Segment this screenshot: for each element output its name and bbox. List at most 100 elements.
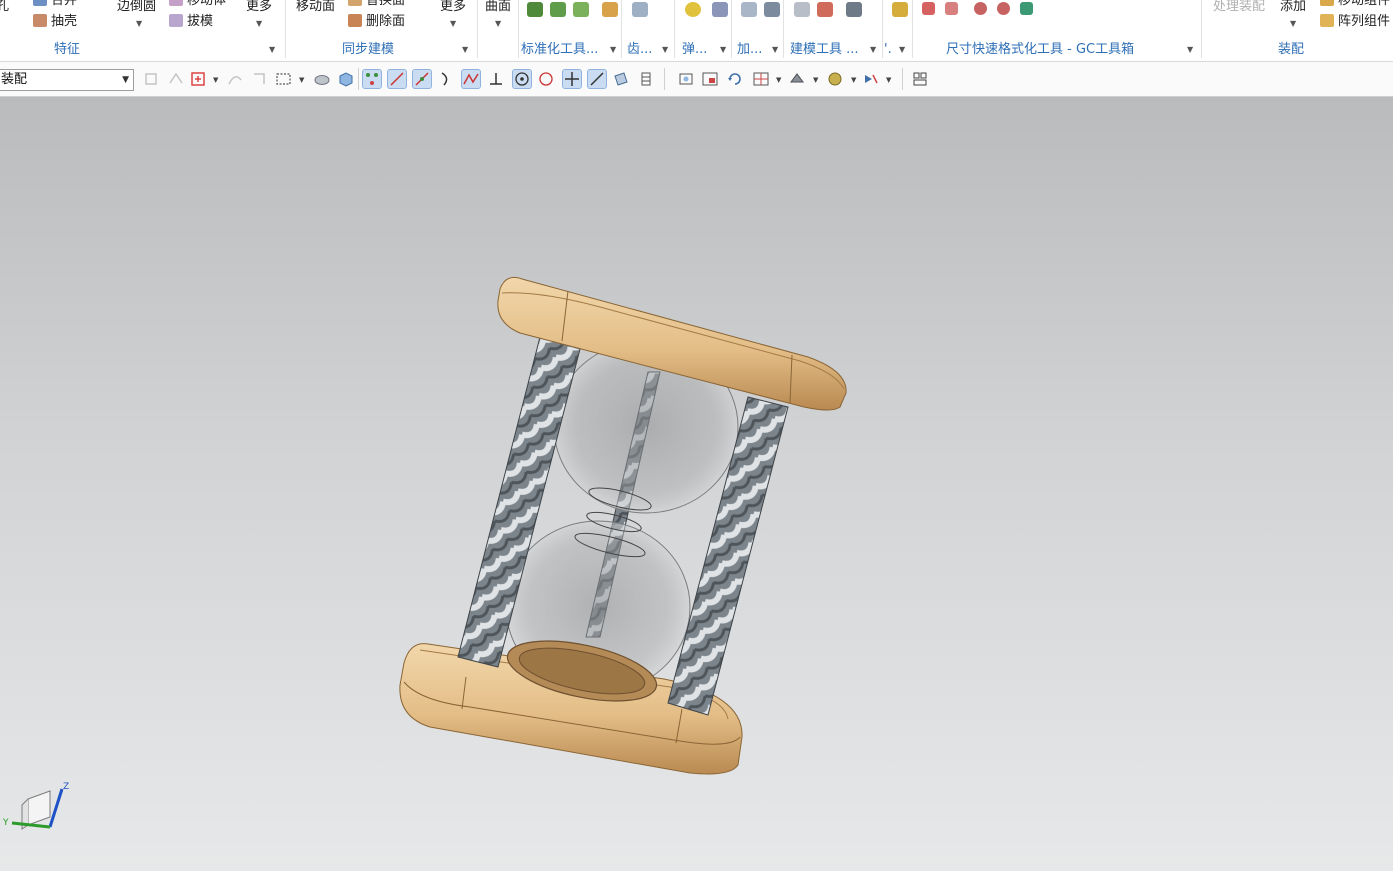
move-component-icon bbox=[1320, 0, 1334, 6]
select-type-dropdown-icon[interactable]: ▼ bbox=[213, 76, 218, 84]
delete-face-button[interactable]: 删除面 bbox=[348, 14, 405, 30]
group-label-sync: 同步建模 bbox=[342, 42, 395, 57]
snap-point-icon[interactable] bbox=[362, 69, 382, 89]
draft-button[interactable]: 拔模 bbox=[169, 14, 213, 30]
hole-button[interactable]: 孔 bbox=[0, 0, 9, 15]
move-component-button[interactable]: 移动组件 bbox=[1320, 0, 1390, 9]
background-icon[interactable] bbox=[826, 70, 844, 88]
group-divider bbox=[882, 0, 883, 58]
hourglass-model[interactable] bbox=[0, 97, 1393, 871]
undo-format-icon[interactable] bbox=[1020, 2, 1033, 15]
snap-quadrant-icon[interactable] bbox=[537, 70, 555, 88]
section-view-icon[interactable] bbox=[862, 70, 880, 88]
feature-group-caret-icon[interactable]: ▼ bbox=[269, 46, 275, 54]
orient-view-icon[interactable] bbox=[752, 70, 770, 88]
snap-curve-icon[interactable] bbox=[437, 70, 455, 88]
dimension-style-icon[interactable] bbox=[922, 2, 935, 15]
diameter-clear-icon[interactable] bbox=[997, 2, 1010, 15]
gear-caret-icon[interactable]: ▼ bbox=[662, 46, 668, 54]
orient-view-dropdown-icon[interactable]: ▼ bbox=[776, 76, 781, 84]
add-caret-icon[interactable]: ▼ bbox=[772, 46, 778, 54]
measure-icon[interactable] bbox=[817, 2, 833, 17]
sheet-icon[interactable] bbox=[794, 2, 810, 17]
compression-icon[interactable] bbox=[712, 2, 728, 17]
select-solid-icon[interactable] bbox=[337, 70, 355, 88]
replace-face-button[interactable]: 替换面 bbox=[348, 0, 405, 9]
add-component-button[interactable]: 添加 bbox=[1280, 0, 1306, 15]
add-feature-icon[interactable] bbox=[764, 2, 780, 17]
select-body-icon[interactable] bbox=[313, 70, 331, 88]
rectangle-select-dropdown-icon[interactable]: ▼ bbox=[299, 76, 304, 84]
ribbon: 孔 合并 抽壳 边倒圆 ▼ 移动体 拔模 更多 ▼ 特征 ▼ 移动面 替换面 删… bbox=[0, 0, 1393, 62]
snap-intersection-icon[interactable] bbox=[461, 69, 481, 89]
group-divider bbox=[731, 0, 732, 58]
snap-on-curve-icon[interactable] bbox=[587, 69, 607, 89]
shell-button[interactable]: 抽壳 bbox=[33, 14, 77, 30]
merge-button[interactable]: 合并 bbox=[33, 0, 77, 9]
modeling-tools-caret-icon[interactable]: ▼ bbox=[870, 46, 876, 54]
diameter-icon[interactable] bbox=[974, 2, 987, 15]
spring-caret-icon[interactable]: ▼ bbox=[720, 46, 726, 54]
select-type-icon[interactable] bbox=[190, 70, 208, 88]
section-view-dropdown-icon[interactable]: ▼ bbox=[886, 76, 891, 84]
snap-bounded-icon[interactable] bbox=[637, 70, 655, 88]
select-edge-icon[interactable] bbox=[250, 70, 268, 88]
spring-icon[interactable] bbox=[685, 2, 701, 17]
dim-caret-icon[interactable]: ▼ bbox=[899, 46, 905, 54]
move-face-button[interactable]: 移动面 bbox=[296, 0, 335, 15]
select-feature-icon[interactable] bbox=[167, 70, 185, 88]
snap-existing-point-icon[interactable] bbox=[562, 69, 582, 89]
group-divider bbox=[1201, 0, 1202, 58]
dimension-format-icon[interactable] bbox=[945, 2, 958, 15]
snap-on-face-icon[interactable] bbox=[612, 70, 630, 88]
group-label-standard-tools: 标准化工具... bbox=[521, 42, 599, 57]
z-axis-label: Z bbox=[63, 782, 69, 792]
render-style-dropdown-icon[interactable]: ▼ bbox=[813, 76, 818, 84]
selection-filter-select[interactable]: 装配 ▼ bbox=[0, 69, 134, 91]
add-part-icon[interactable] bbox=[741, 2, 757, 17]
list-icon[interactable] bbox=[632, 2, 648, 17]
tolerance-icon[interactable] bbox=[846, 2, 862, 17]
background-dropdown-icon[interactable]: ▼ bbox=[851, 76, 856, 84]
calculator-icon[interactable] bbox=[602, 2, 618, 17]
group-label-spring: 弹... bbox=[682, 42, 708, 57]
surface-button[interactable]: 曲面 bbox=[485, 0, 511, 15]
rectangle-select-icon[interactable] bbox=[275, 70, 293, 88]
standard-part-icon[interactable] bbox=[527, 2, 543, 17]
feature-more-button[interactable]: 更多 bbox=[246, 0, 272, 15]
edge-blend-button[interactable]: 边倒圆 bbox=[117, 0, 156, 15]
zoom-window-icon[interactable] bbox=[701, 70, 719, 88]
render-style-icon[interactable] bbox=[788, 70, 806, 88]
fit-view-icon[interactable] bbox=[677, 70, 695, 88]
sync-more-button[interactable]: 更多 bbox=[440, 0, 466, 15]
gc-toolbox-caret-icon[interactable]: ▼ bbox=[1187, 46, 1193, 54]
sync-group-caret-icon[interactable]: ▼ bbox=[462, 46, 468, 54]
snap-midpoint-icon[interactable] bbox=[412, 69, 432, 89]
edge-blend-dropdown-icon[interactable]: ▼ bbox=[136, 20, 142, 28]
group-divider bbox=[674, 0, 675, 58]
offset-body-button[interactable]: 移动体 bbox=[169, 0, 226, 9]
sync-more-dropdown-icon[interactable]: ▼ bbox=[450, 20, 456, 28]
add-component-dropdown-icon[interactable]: ▼ bbox=[1290, 20, 1296, 28]
group-divider bbox=[518, 0, 519, 58]
snap-center-icon[interactable] bbox=[512, 69, 532, 89]
snap-endpoint-icon[interactable] bbox=[387, 69, 407, 89]
group-label-add: 加... bbox=[737, 42, 763, 57]
surface-dropdown-icon[interactable]: ▼ bbox=[495, 20, 501, 28]
standard-tools-caret-icon[interactable]: ▼ bbox=[610, 46, 616, 54]
array-component-button[interactable]: 阵列组件 bbox=[1320, 14, 1390, 30]
toolbar-divider bbox=[358, 68, 359, 90]
rotate-view-icon[interactable] bbox=[726, 70, 744, 88]
nut-icon[interactable] bbox=[573, 2, 589, 17]
process-assembly-button[interactable]: 处理装配 bbox=[1213, 0, 1265, 15]
shell-icon bbox=[33, 14, 47, 27]
y-axis-label: Y bbox=[2, 818, 9, 828]
layer-settings-icon[interactable] bbox=[911, 70, 929, 88]
bolt-icon[interactable] bbox=[550, 2, 566, 17]
select-component-icon[interactable] bbox=[143, 70, 161, 88]
coin-icon[interactable] bbox=[892, 2, 908, 17]
feature-more-dropdown-icon[interactable]: ▼ bbox=[256, 20, 262, 28]
graphics-viewport[interactable]: Z Y bbox=[0, 97, 1393, 871]
select-curve-icon[interactable] bbox=[226, 70, 244, 88]
snap-perpendicular-icon[interactable] bbox=[487, 70, 505, 88]
